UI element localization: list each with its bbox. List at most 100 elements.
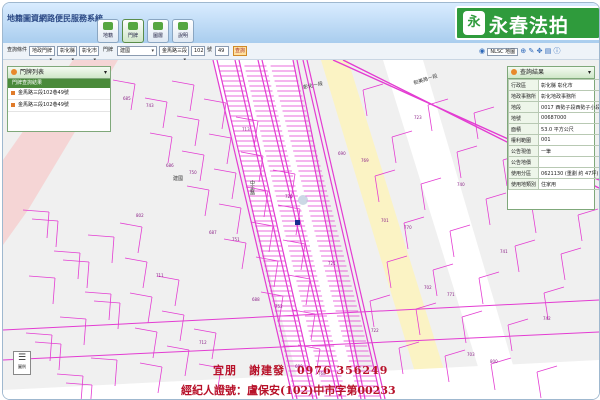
result-key: 面積	[507, 123, 540, 135]
town-select[interactable]: 彰化市	[79, 46, 99, 56]
tab-address[interactable]: 門牌	[122, 19, 144, 43]
result-value: 彰化地政事務所	[538, 90, 599, 102]
app-header: 地籍圖資網路便民服務系統 地籍 門牌 圖層 說明 永 永春法拍	[3, 3, 599, 43]
result-value: 0017 西勢子段西勢子小段	[538, 101, 599, 113]
print-icon[interactable]: ▤	[545, 47, 552, 55]
door-list-panel: 門牌列表 ▾ 門牌查詢結果 金馬路三段102巷49號 金馬路三段102巷49號	[7, 66, 111, 132]
parcel-number: 686	[166, 163, 174, 168]
result-value: 0621130 (重劃 約 47坪)	[538, 167, 599, 179]
parcel-number: 740	[457, 182, 465, 187]
query-result-panel: 查詢結果 ▾ 行政區 彰化縣 彰化市 地政事務所 彰化地政事務所 地段 0017 西勢子…	[507, 66, 599, 210]
legend-button[interactable]: ☰ 圖例	[13, 351, 31, 375]
section-select[interactable]: 金馬路三段	[159, 46, 189, 56]
road-label: 建國	[173, 176, 184, 182]
agent-contact: 宜朋 謝建發 0976 356249	[213, 364, 389, 377]
result-table: 行政區 彰化縣 彰化市 地政事務所 彰化地政事務所 地段 0017 西勢子段西勢子小段…	[507, 79, 599, 190]
brand-banner: 永 永春法拍	[455, 6, 599, 40]
county-select[interactable]: 彰化縣	[57, 46, 77, 56]
parcel-number: 713	[242, 127, 250, 132]
result-key: 使用地類別	[507, 178, 540, 190]
app-title: 地籍圖資網路便民服務系統	[7, 14, 103, 23]
globe-icon[interactable]: ◉	[479, 47, 485, 55]
result-value	[538, 156, 599, 168]
table-row: 使用分區 0621130 (重劃 約 47坪)	[507, 167, 599, 179]
panel-header: 門牌列表 ▾	[8, 67, 110, 79]
help-icon	[178, 22, 188, 30]
result-key: 公告現值	[507, 145, 540, 157]
parcel-number: 752	[275, 304, 283, 309]
collapse-icon[interactable]: ▾	[104, 67, 107, 78]
map-icon	[103, 22, 113, 30]
table-row: 地段 0017 西勢子段西勢子小段	[507, 101, 599, 113]
result-key: 使用分區	[507, 167, 540, 179]
result-value: 彰化縣 彰化市	[538, 79, 599, 91]
main-tabs: 地籍 門牌 圖層 說明	[97, 19, 194, 43]
zoom-in-icon[interactable]: ⊕	[520, 47, 526, 55]
parcel-number: 711	[156, 273, 164, 278]
parcel-number: 742	[543, 316, 551, 321]
agent-license: 經紀人證號：盧保安(102)中市字第00233	[181, 384, 396, 397]
panel-icon	[511, 69, 517, 75]
panel-title: 查詢結果	[520, 69, 545, 76]
door-list-header: 門牌查詢結果	[8, 79, 110, 88]
parcel-number: 802	[136, 213, 144, 218]
basemap-select[interactable]: NLSC 地圖	[487, 48, 519, 56]
collapse-icon[interactable]: ▾	[588, 67, 591, 78]
table-row: 公告現值 一筆	[507, 145, 599, 157]
parcel-number: 770	[404, 225, 412, 230]
parcel-number: 751	[232, 237, 240, 242]
parcel-number: 685	[123, 96, 131, 101]
parcel-number: 687	[209, 230, 217, 235]
road-label: 中正路	[249, 180, 255, 195]
search-label: 查詢條件	[7, 47, 28, 53]
measure-icon[interactable]: ✎	[528, 47, 534, 55]
tab-label: 說明	[177, 33, 188, 39]
basemap-toolbar: ◉ NLSC 地圖 ⊕ ✎ ✥ ▤ ⓘ	[479, 46, 561, 56]
parcel-number: 690	[338, 151, 346, 156]
tab-label: 地籍	[102, 33, 113, 39]
tab-layers[interactable]: 圖層	[147, 19, 169, 43]
result-key: 行政區	[507, 79, 540, 91]
parcel-number: 722	[371, 328, 379, 333]
app-window: 地籍圖資網路便民服務系統 地籍 門牌 圖層 說明 永 永春法拍 查詢條件 地政門…	[2, 2, 600, 400]
table-row: 地政事務所 彰化地政事務所	[507, 90, 599, 102]
table-row: 使用地類別 住家用	[507, 178, 599, 190]
door-list-item[interactable]: 金馬路三段102巷49號	[8, 100, 110, 112]
panel-title: 門牌列表	[20, 69, 45, 76]
house-icon	[128, 22, 138, 30]
tab-cadastral[interactable]: 地籍	[97, 19, 119, 43]
result-value: 53.0 平方公尺	[538, 123, 599, 135]
query-button[interactable]: 查詢	[233, 46, 247, 56]
list-icon: ☰	[17, 353, 27, 363]
result-key: 地段	[507, 101, 540, 113]
parcel-number: 750	[189, 170, 197, 175]
parcel-number: 688	[252, 297, 260, 302]
result-key: 公告地價	[507, 156, 540, 168]
legend-label: 圖例	[18, 364, 26, 369]
road-select[interactable]: 建國	[117, 46, 157, 56]
table-row: 地號 00687000	[507, 112, 599, 124]
tab-label: 圖層	[152, 33, 163, 39]
table-row: 行政區 彰化縣 彰化市	[507, 79, 599, 91]
parcel-number: 721	[328, 261, 336, 266]
pan-icon[interactable]: ✥	[537, 47, 543, 55]
crosshair-icon	[298, 195, 308, 205]
parcel-number: 771	[447, 292, 455, 297]
door-list-item[interactable]: 金馬路三段102巷49號	[8, 88, 110, 100]
info-icon[interactable]: ⓘ	[554, 47, 561, 55]
brand-name: 永春法拍	[489, 15, 570, 37]
tab-label: 門牌	[127, 33, 138, 39]
parcel-number: 769	[361, 158, 369, 163]
result-value: 一筆	[538, 145, 599, 157]
result-value: 001	[538, 134, 599, 146]
result-key: 地政事務所	[507, 90, 540, 102]
tab-help[interactable]: 說明	[172, 19, 194, 43]
parcel-number: 720	[285, 194, 293, 199]
panel-header: 查詢結果 ▾	[508, 67, 594, 79]
location-marker[interactable]	[295, 220, 300, 225]
result-value: 住家用	[538, 178, 599, 190]
search-mode-select[interactable]: 地政門牌	[29, 46, 55, 56]
number-input[interactable]: 102	[191, 46, 205, 56]
parcel-number: 743	[146, 103, 154, 108]
floor-input[interactable]: 49	[215, 46, 229, 56]
